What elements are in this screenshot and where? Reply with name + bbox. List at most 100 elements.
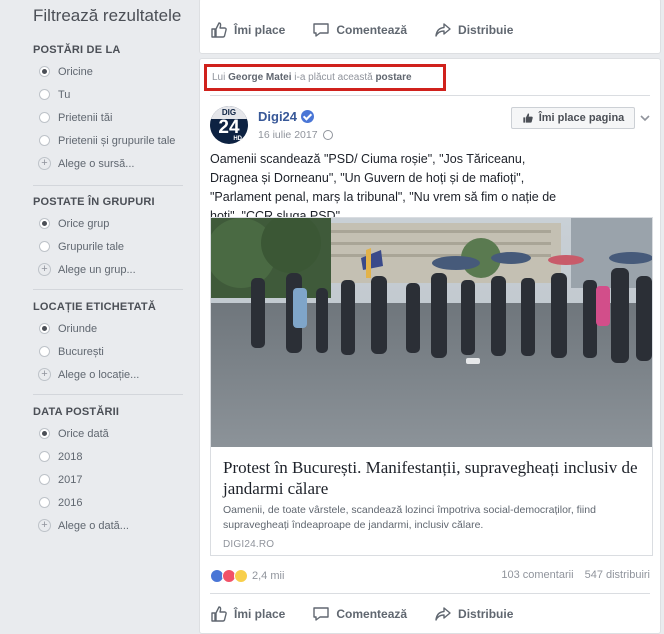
filter-option-you[interactable]: Tu	[33, 83, 183, 106]
share-label: Distribuie	[458, 23, 514, 37]
radio-checked-icon[interactable]	[39, 428, 50, 439]
option-label: 2017	[58, 473, 83, 486]
filter-option-your-groups[interactable]: Grupurile tale	[33, 235, 183, 258]
option-label: Grupurile tale	[58, 240, 125, 253]
link-description: Oamenii, de toate vârstele, scandează lo…	[223, 504, 596, 531]
protest-photo-illustration	[211, 218, 652, 447]
radio-checked-icon[interactable]	[39, 323, 50, 334]
post-date[interactable]: 16 iulie 2017	[258, 129, 333, 141]
option-label: Alege o sursă...	[58, 157, 135, 170]
option-label: Tu	[58, 88, 71, 101]
option-label: Orice dată	[58, 427, 109, 440]
option-label: Alege o locație...	[58, 368, 140, 381]
comment-label: Comentează	[336, 23, 408, 37]
like-page-button[interactable]: Îmi place pagina	[511, 107, 635, 129]
choose-date-link[interactable]: + Alege o dată...	[33, 514, 183, 537]
divider	[33, 185, 183, 186]
page-name[interactable]: Digi24	[258, 109, 315, 124]
link-preview[interactable]: Protest în București. Manifestanții, sup…	[210, 217, 653, 556]
filter-option-anyone[interactable]: Oricine	[33, 60, 183, 83]
radio-icon[interactable]	[39, 451, 50, 462]
avatar-hd: HD	[233, 136, 242, 142]
chevron-down-icon[interactable]	[638, 111, 652, 125]
filter-option-any-date[interactable]: Orice dată	[33, 422, 183, 445]
liked-by-line: Lui George Matei i-a plăcut această post…	[204, 64, 446, 91]
verified-badge-icon	[301, 110, 315, 123]
comment-label: Comentează	[336, 607, 408, 621]
share-icon	[434, 21, 452, 39]
choose-location-link[interactable]: + Alege o locație...	[33, 363, 183, 386]
like-label: Îmi place	[234, 607, 286, 621]
engagement-counts: 103 comentarii 547 distribuiri	[501, 569, 650, 581]
radio-icon[interactable]	[39, 241, 50, 252]
like-button[interactable]: Îmi place	[210, 605, 285, 623]
filter-group-date: DATA POSTĂRII Orice dată 2018 2017 2016 …	[33, 406, 183, 537]
like-label: Îmi place	[234, 23, 286, 37]
filter-option-anywhere[interactable]: Oriunde	[33, 317, 183, 340]
option-label: Prietenii tăi	[58, 111, 113, 124]
filter-option-friends-groups[interactable]: Prietenii și grupurile tale	[33, 129, 183, 152]
filter-option-2017[interactable]: 2017	[33, 468, 183, 491]
radio-checked-icon[interactable]	[39, 218, 50, 229]
filter-group-location: LOCAȚIE ETICHETATĂ Oriunde București + Al…	[33, 301, 183, 386]
story-card: Lui George Matei i-a plăcut această post…	[199, 58, 661, 634]
shares-count[interactable]: 547 distribuiri	[585, 569, 650, 581]
filter-option-friends[interactable]: Prietenii tăi	[33, 106, 183, 129]
filter-option-any-group[interactable]: Orice grup	[33, 212, 183, 235]
radio-icon[interactable]	[39, 474, 50, 485]
share-button[interactable]: Distribuie	[434, 605, 513, 623]
filter-group-posts-from: POSTĂRI DE LA Oricine Tu Prietenii tăi P…	[33, 44, 183, 175]
option-label: 2018	[58, 450, 83, 463]
filter-group-groups: POSTATE ÎN GRUPURI Orice grup Grupurile …	[33, 196, 183, 281]
reactions-count[interactable]: 2,4 mii	[252, 570, 284, 582]
filter-heading: POSTATE ÎN GRUPURI	[33, 196, 155, 208]
comment-icon	[312, 21, 330, 39]
radio-icon[interactable]	[39, 135, 50, 146]
plus-icon: +	[38, 519, 51, 532]
plus-icon: +	[38, 263, 51, 276]
choose-group-link[interactable]: + Alege un grup...	[33, 258, 183, 281]
radio-icon[interactable]	[39, 112, 50, 123]
filter-option-2018[interactable]: 2018	[33, 445, 183, 468]
post-date-text[interactable]: 16 iulie 2017	[258, 129, 318, 141]
divider	[33, 394, 183, 395]
radio-icon[interactable]	[39, 89, 50, 100]
filter-heading: POSTĂRI DE LA	[33, 44, 121, 56]
globe-icon	[322, 130, 333, 140]
option-label: Oricine	[58, 65, 93, 78]
filter-sidebar: Filtrează rezultatele POSTĂRI DE LA Oric…	[0, 0, 184, 634]
comment-button[interactable]: Comentează	[312, 605, 407, 623]
share-button[interactable]: Distribuie	[434, 21, 513, 39]
page-name-text[interactable]: Digi24	[258, 109, 297, 124]
liked-person-link[interactable]: George Matei	[228, 72, 291, 83]
post-text: Oamenii scandează "PSD/ Ciuma roșie", "J…	[210, 152, 557, 223]
post-action-bar: Îmi place Comentează Distribuie	[210, 13, 650, 47]
like-button[interactable]: Îmi place	[210, 21, 285, 39]
link-preview-body[interactable]: Protest în București. Manifestanții, sup…	[211, 447, 652, 555]
comments-count[interactable]: 103 comentarii	[501, 569, 573, 581]
page-avatar[interactable]: DIG 24 HD	[210, 106, 248, 144]
choose-source-link[interactable]: + Alege o sursă...	[33, 152, 183, 175]
filter-option-2016[interactable]: 2016	[33, 491, 183, 514]
filter-option-bucharest[interactable]: București	[33, 340, 183, 363]
radio-checked-icon[interactable]	[39, 66, 50, 77]
divider	[33, 289, 183, 290]
plus-icon: +	[38, 368, 51, 381]
sidebar-title: Filtrează rezultatele	[33, 6, 182, 25]
reactions-summary[interactable]: 2,4 mii	[210, 569, 284, 583]
plus-icon: +	[38, 157, 51, 170]
option-label: Prietenii și grupurile tale	[58, 134, 176, 147]
liked-middle: i-a plăcut această	[294, 72, 373, 83]
option-label: Alege un grup...	[58, 263, 136, 276]
share-icon	[434, 605, 452, 623]
divider	[210, 593, 650, 594]
radio-icon[interactable]	[39, 497, 50, 508]
option-label: 2016	[58, 496, 83, 509]
comment-button[interactable]: Comentează	[312, 21, 407, 39]
link-title[interactable]: Protest în București. Manifestanții, sup…	[223, 457, 640, 499]
protest-photo[interactable]	[211, 218, 652, 447]
radio-icon[interactable]	[39, 346, 50, 357]
thumbs-up-icon	[210, 21, 228, 39]
option-label: București	[58, 345, 104, 358]
liked-post-link[interactable]: postare	[375, 72, 411, 83]
